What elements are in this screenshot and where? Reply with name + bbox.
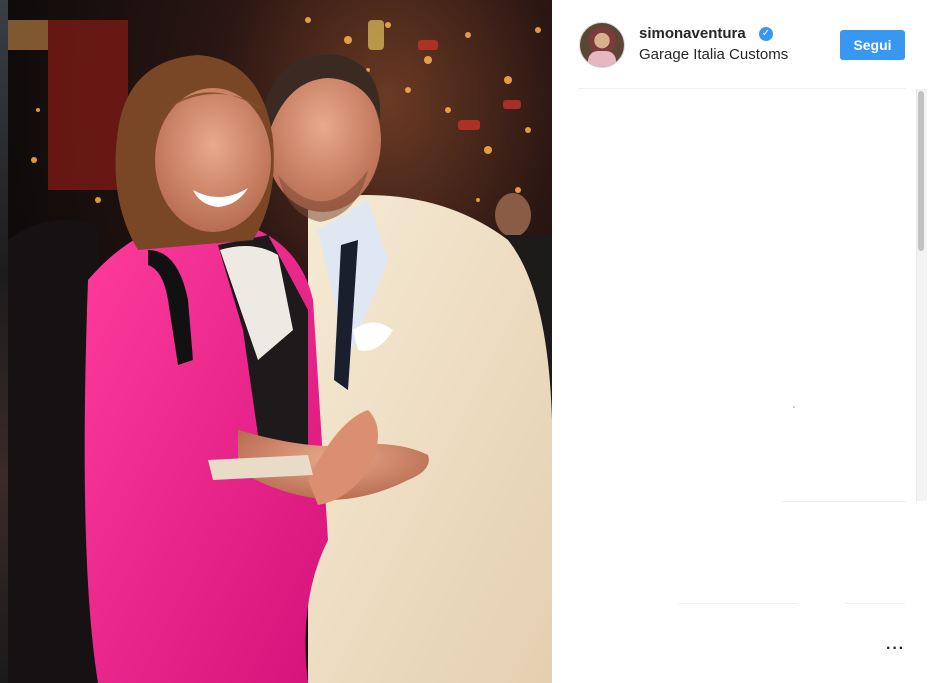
username-link[interactable]: simonaventura [639, 25, 746, 42]
divider [678, 603, 798, 604]
divider [782, 501, 906, 502]
location-link[interactable]: Garage Italia Customs [639, 46, 788, 63]
post-photo [8, 0, 552, 683]
scrollbar-thumb[interactable] [918, 91, 924, 251]
follow-button[interactable]: Segui [840, 30, 905, 60]
post-detail-panel: simonaventura ✓ Garage Italia Customs Se… [552, 0, 930, 683]
post-header: simonaventura ✓ Garage Italia Customs Se… [552, 0, 930, 88]
post-image[interactable] [8, 0, 552, 683]
verified-badge-icon: ✓ [759, 27, 773, 41]
more-options-icon[interactable]: ··· [886, 640, 905, 658]
divider [845, 603, 905, 604]
background-strip [0, 0, 8, 683]
avatar[interactable] [579, 22, 625, 68]
loading-dot [793, 406, 795, 408]
comments-area[interactable] [578, 89, 914, 501]
